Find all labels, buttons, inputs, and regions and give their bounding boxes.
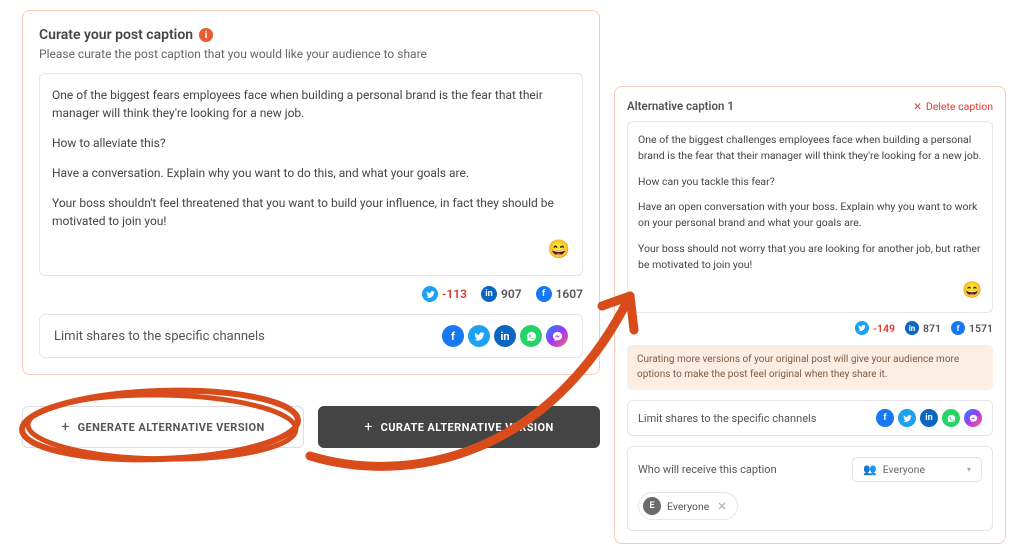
alternative-caption-panel: Alternative caption 1 ✕ Delete caption O… (614, 86, 1006, 544)
plus-icon: + (61, 419, 69, 435)
caption-line: Your boss shouldn't feel threatened that… (52, 194, 570, 230)
linkedin-icon: in (481, 286, 497, 302)
receive-label: Who will receive this caption (638, 463, 777, 476)
facebook-count: f 1607 (536, 286, 583, 302)
whatsapp-toggle[interactable] (520, 325, 542, 347)
facebook-icon: f (536, 286, 552, 302)
emoji-picker-button[interactable]: 😄 (52, 236, 570, 263)
facebook-toggle[interactable]: f (442, 325, 464, 347)
limit-channels-row: Limit shares to the specific channels f … (39, 314, 583, 358)
linkedin-icon: in (905, 321, 919, 335)
linkedin-toggle[interactable]: in (494, 325, 516, 347)
tip-banner: Curating more versions of your original … (627, 345, 993, 390)
twitter-toggle[interactable] (898, 409, 916, 427)
action-buttons-row: + GENERATE ALTERNATIVE VERSION + CURATE … (22, 406, 600, 448)
section-title-row: Curate your post caption i (39, 27, 583, 43)
chip-avatar: E (643, 497, 661, 515)
section-subtitle: Please curate the post caption that you … (39, 47, 583, 61)
linkedin-toggle[interactable]: in (920, 409, 938, 427)
curate-alternative-button[interactable]: + CURATE ALTERNATIVE VERSION (318, 406, 600, 448)
alt-caption-textarea[interactable]: One of the biggest challenges employees … (627, 121, 993, 313)
receive-caption-section: Who will receive this caption 👥 Everyone… (627, 446, 993, 531)
audience-chip[interactable]: E Everyone ✕ (638, 492, 738, 520)
alt-title: Alternative caption 1 (627, 99, 734, 113)
caption-line: How can you tackle this fear? (638, 174, 982, 190)
linkedin-count: in 907 (481, 286, 522, 302)
alt-char-counts: -149 in 871 f 1571 (627, 321, 993, 335)
caption-line: Have a conversation. Explain why you wan… (52, 164, 570, 182)
audience-dropdown[interactable]: 👥 Everyone ▾ (852, 457, 982, 482)
chevron-down-icon: ▾ (967, 465, 971, 474)
plus-icon: + (364, 419, 372, 435)
main-caption-panel: Curate your post caption i Please curate… (22, 10, 600, 375)
caption-line: How to alleviate this? (52, 134, 570, 152)
section-title: Curate your post caption (39, 27, 193, 43)
caption-line: One of the biggest challenges employees … (638, 132, 982, 164)
caption-textarea[interactable]: One of the biggest fears employees face … (39, 73, 583, 276)
twitter-count: -149 (855, 321, 895, 335)
twitter-icon (855, 321, 869, 335)
alt-limit-channels-row: Limit shares to the specific channels f … (627, 400, 993, 436)
channel-toggles: f in (876, 409, 982, 427)
facebook-toggle[interactable]: f (876, 409, 894, 427)
caption-line: Have an open conversation with your boss… (638, 199, 982, 231)
messenger-toggle[interactable] (546, 325, 568, 347)
close-icon: ✕ (913, 100, 922, 113)
alt-header: Alternative caption 1 ✕ Delete caption (627, 99, 993, 113)
twitter-count: -113 (422, 286, 467, 302)
caption-line: One of the biggest fears employees face … (52, 86, 570, 122)
char-counts: -113 in 907 f 1607 (39, 286, 583, 302)
messenger-toggle[interactable] (964, 409, 982, 427)
chip-label: Everyone (667, 500, 709, 513)
caption-line: Your boss should not worry that you are … (638, 241, 982, 273)
facebook-count: f 1571 (951, 321, 993, 335)
limit-label: Limit shares to the specific channels (54, 329, 265, 344)
twitter-icon (422, 286, 438, 302)
whatsapp-toggle[interactable] (942, 409, 960, 427)
chip-remove-icon[interactable]: ✕ (717, 500, 726, 513)
generate-alternative-button[interactable]: + GENERATE ALTERNATIVE VERSION (22, 406, 304, 448)
channel-toggles: f in (442, 325, 568, 347)
info-icon[interactable]: i (199, 28, 213, 42)
facebook-icon: f (951, 321, 965, 335)
emoji-picker-button[interactable]: 😄 (638, 278, 982, 302)
limit-label: Limit shares to the specific channels (638, 412, 816, 425)
delete-caption-button[interactable]: ✕ Delete caption (913, 100, 993, 113)
people-icon: 👥 (863, 463, 877, 476)
twitter-toggle[interactable] (468, 325, 490, 347)
linkedin-count: in 871 (905, 321, 941, 335)
receive-top-row: Who will receive this caption 👥 Everyone… (638, 457, 982, 482)
